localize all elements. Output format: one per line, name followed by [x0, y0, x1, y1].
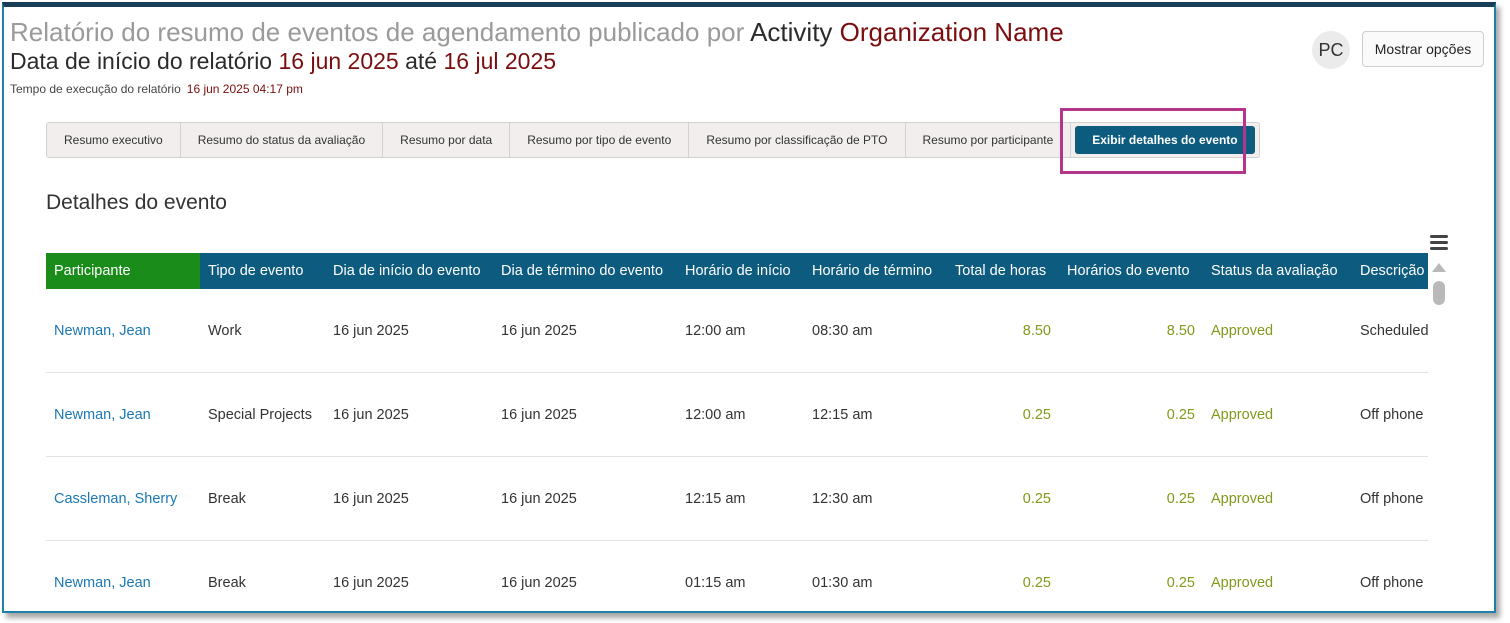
date-start: 16 jun 2025: [278, 48, 399, 74]
date-end: 16 jul 2025: [443, 48, 557, 74]
description-cell: Off phone: [1352, 372, 1428, 457]
start-time-cell: 12:00 am: [677, 372, 804, 457]
show-options-button[interactable]: Mostrar opções: [1362, 31, 1484, 67]
report-title: Relatório do resumo de eventos de agenda…: [10, 17, 1064, 47]
event-type-cell: Break: [200, 540, 325, 611]
event-hours-cell: 8.50: [1059, 289, 1203, 373]
hamburger-menu-icon[interactable]: [1430, 235, 1448, 251]
section-title: Detalhes do evento: [46, 191, 227, 214]
end-time-cell: 08:30 am: [804, 289, 947, 373]
event-start-day-cell: 16 jun 2025: [325, 456, 493, 541]
column-header-event-end-day[interactable]: Dia de término do evento: [493, 253, 677, 289]
title-activity: Activity: [750, 17, 833, 47]
participant-link[interactable]: Newman, Jean: [46, 289, 200, 373]
description-cell: Off phone: [1352, 456, 1428, 541]
tab-summary-by-event-type[interactable]: Resumo por tipo de evento: [510, 123, 690, 157]
column-header-participant[interactable]: Participante: [46, 253, 200, 289]
column-header-description[interactable]: Descrição: [1352, 253, 1428, 289]
end-time-cell: 12:30 am: [804, 456, 947, 541]
event-type-cell: Work: [200, 289, 325, 373]
date-range-label: Data de início do relatório: [10, 48, 273, 74]
title-organization: Organization Name: [839, 17, 1064, 47]
total-hours-cell: 0.25: [947, 540, 1059, 611]
start-time-cell: 12:15 am: [677, 456, 804, 541]
description-cell: Off phone: [1352, 540, 1428, 611]
event-hours-cell: 0.25: [1059, 456, 1203, 541]
tab-executive-summary[interactable]: Resumo executivo: [47, 123, 181, 157]
participant-link[interactable]: Newman, Jean: [46, 540, 200, 611]
end-time-cell: 12:15 am: [804, 372, 947, 457]
event-start-day-cell: 16 jun 2025: [325, 372, 493, 457]
table-scroll-controls: [1430, 235, 1448, 305]
evaluation-status-cell: Approved: [1203, 540, 1352, 611]
start-time-cell: 01:15 am: [677, 540, 804, 611]
report-date-range: Data de início do relatório 16 jun 2025 …: [10, 47, 556, 75]
event-hours-cell: 0.25: [1059, 540, 1203, 611]
event-details-table-viewport[interactable]: Participante Tipo de evento Dia de iníci…: [46, 253, 1428, 611]
execution-time-label: Tempo de execução do relatório: [10, 82, 181, 96]
event-type-cell: Break: [200, 456, 325, 541]
total-hours-cell: 0.25: [947, 372, 1059, 457]
event-start-day-cell: 16 jun 2025: [325, 289, 493, 373]
report-tabs: Resumo executivo Resumo do status da ava…: [46, 122, 1260, 158]
column-header-end-time[interactable]: Horário de término: [804, 253, 947, 289]
execution-time-value: 16 jun 2025 04:17 pm: [186, 82, 303, 96]
tab-summary-by-date[interactable]: Resumo por data: [383, 123, 511, 157]
event-end-day-cell: 16 jun 2025: [493, 372, 677, 457]
table-row: Newman, Jean Work 16 jun 2025 16 jun 202…: [46, 289, 1428, 373]
end-time-cell: 01:30 am: [804, 540, 947, 611]
participant-link[interactable]: Newman, Jean: [46, 372, 200, 457]
column-header-evaluation-status[interactable]: Status da avaliação: [1203, 253, 1352, 289]
table-row: Newman, Jean Special Projects 16 jun 202…: [46, 372, 1428, 457]
column-header-event-hours[interactable]: Horários do evento: [1059, 253, 1203, 289]
table-row: Newman, Jean Break 16 jun 2025 16 jun 20…: [46, 540, 1428, 611]
tab-summary-by-participant[interactable]: Resumo por participante: [906, 123, 1072, 157]
tab-summary-by-pto-classification[interactable]: Resumo por classificação de PTO: [689, 123, 906, 157]
participant-link[interactable]: Cassleman, Sherry: [46, 456, 200, 541]
event-end-day-cell: 16 jun 2025: [493, 289, 677, 373]
event-end-day-cell: 16 jun 2025: [493, 540, 677, 611]
start-time-cell: 12:00 am: [677, 289, 804, 373]
tab-evaluation-status-summary[interactable]: Resumo do status da avaliação: [181, 123, 384, 157]
evaluation-status-cell: Approved: [1203, 372, 1352, 457]
evaluation-status-cell: Approved: [1203, 289, 1352, 373]
column-header-total-hours[interactable]: Total de horas: [947, 253, 1059, 289]
date-between: até: [405, 48, 438, 74]
scrollbar-thumb[interactable]: [1433, 281, 1445, 305]
event-start-day-cell: 16 jun 2025: [325, 540, 493, 611]
event-end-day-cell: 16 jun 2025: [493, 456, 677, 541]
column-header-event-type[interactable]: Tipo de evento: [200, 253, 325, 289]
title-prefix: Relatório do resumo de eventos de agenda…: [10, 17, 745, 47]
evaluation-status-cell: Approved: [1203, 456, 1352, 541]
table-header-row: Participante Tipo de evento Dia de iníci…: [46, 253, 1428, 289]
column-header-start-time[interactable]: Horário de início: [677, 253, 804, 289]
scroll-up-arrow-icon[interactable]: [1432, 263, 1446, 272]
user-avatar[interactable]: PC: [1312, 31, 1350, 69]
report-window: Relatório do resumo de eventos de agenda…: [2, 2, 1496, 613]
execution-time: Tempo de execução do relatório 16 jun 202…: [10, 82, 303, 96]
column-header-event-start-day[interactable]: Dia de início do evento: [325, 253, 493, 289]
total-hours-cell: 8.50: [947, 289, 1059, 373]
event-type-cell: Special Projects: [200, 372, 325, 457]
description-cell: Scheduled: [1352, 289, 1428, 373]
event-hours-cell: 0.25: [1059, 372, 1203, 457]
tab-event-details[interactable]: Exibir detalhes do evento: [1075, 126, 1255, 154]
total-hours-cell: 0.25: [947, 456, 1059, 541]
event-details-table: Participante Tipo de evento Dia de iníci…: [46, 253, 1428, 611]
table-row: Cassleman, Sherry Break 16 jun 2025 16 j…: [46, 456, 1428, 541]
